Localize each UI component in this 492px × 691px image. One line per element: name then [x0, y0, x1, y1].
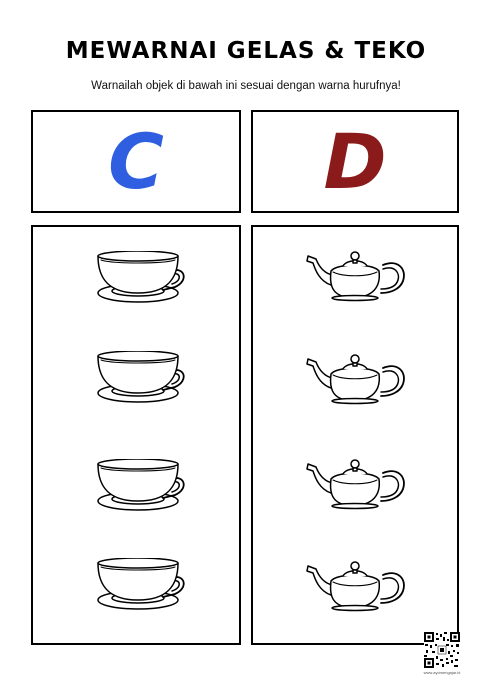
teapot-column [251, 225, 459, 645]
teapot-icon[interactable] [303, 455, 409, 517]
worksheet-title: MEWARNAI GELAS & TEKO [65, 38, 427, 64]
letter-c: C [108, 116, 164, 206]
teacup-with-saucer-icon[interactable] [93, 459, 193, 519]
letter-box-c: C [31, 110, 241, 213]
teacup-with-saucer-icon[interactable] [93, 351, 193, 411]
letter-d: D [323, 116, 387, 206]
teapot-icon[interactable] [303, 247, 409, 309]
teapot-icon[interactable] [303, 350, 409, 412]
worksheet-instruction: Warnailah objek di bawah ini sesuai deng… [91, 80, 401, 92]
letter-box-d: D [251, 110, 459, 213]
teapot-icon[interactable] [303, 557, 409, 619]
teacup-with-saucer-icon[interactable] [93, 251, 193, 311]
teacup-with-saucer-icon[interactable] [93, 558, 193, 618]
qr-code-icon[interactable] [424, 632, 460, 668]
cup-column [31, 225, 241, 645]
qr-caption: www.ayomengajar.id [423, 670, 461, 675]
